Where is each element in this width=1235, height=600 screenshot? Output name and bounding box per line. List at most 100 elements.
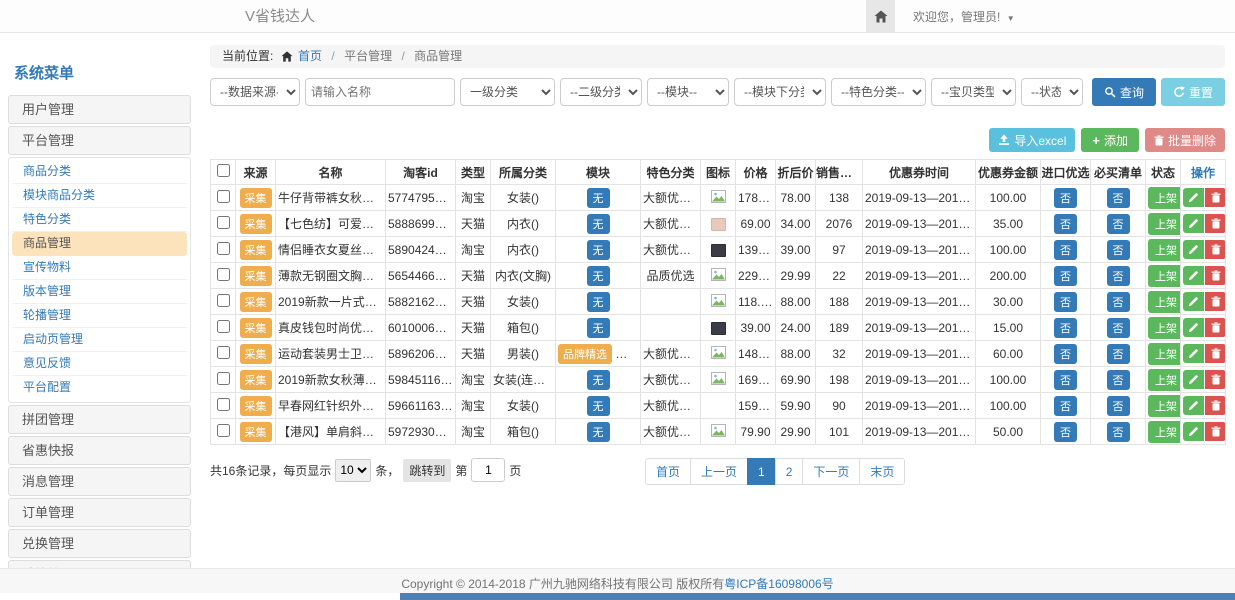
sidebar-item-轮播管理[interactable]: 轮播管理 [12, 304, 187, 328]
must-buy-badge[interactable]: 否 [1107, 422, 1130, 442]
filter-select-level1-category[interactable]: 一级分类 [460, 78, 555, 106]
edit-button[interactable] [1183, 370, 1204, 389]
add-button[interactable]: + 添加 [1081, 128, 1139, 152]
edit-button[interactable] [1183, 292, 1204, 311]
icp-link[interactable]: 粤ICP备16098006号 [724, 577, 833, 591]
import-select-badge[interactable]: 否 [1054, 318, 1077, 338]
import-select-badge[interactable]: 否 [1054, 344, 1077, 364]
filter-select-data-source[interactable]: --数据来源-- [210, 78, 300, 106]
edit-button[interactable] [1183, 318, 1204, 337]
row-checkbox[interactable] [217, 268, 230, 281]
status-button[interactable]: 上架 [1148, 213, 1181, 235]
must-buy-badge[interactable]: 否 [1107, 188, 1130, 208]
reset-button[interactable]: 重置 [1161, 78, 1225, 106]
delete-button[interactable] [1205, 422, 1226, 441]
sidebar-section-订单管理[interactable]: 订单管理 [8, 498, 191, 527]
sidebar-item-商品管理[interactable]: 商品管理 [12, 232, 187, 256]
sidebar-item-版本管理[interactable]: 版本管理 [12, 280, 187, 304]
page-last[interactable]: 末页 [859, 458, 905, 485]
import-select-badge[interactable]: 否 [1054, 240, 1077, 260]
row-checkbox[interactable] [217, 294, 230, 307]
must-buy-badge[interactable]: 否 [1107, 266, 1130, 286]
filter-input-product-name[interactable] [305, 78, 455, 106]
must-buy-badge[interactable]: 否 [1107, 292, 1130, 312]
status-button[interactable]: 上架 [1148, 239, 1181, 261]
edit-button[interactable] [1183, 266, 1204, 285]
status-button[interactable]: 上架 [1148, 317, 1181, 339]
status-button[interactable]: 上架 [1148, 421, 1181, 443]
filter-select-module[interactable]: --模块-- [647, 78, 729, 106]
per-page-select[interactable]: 10 [335, 459, 371, 482]
must-buy-badge[interactable]: 否 [1107, 214, 1130, 234]
import-select-badge[interactable]: 否 [1054, 370, 1077, 390]
must-buy-badge[interactable]: 否 [1107, 396, 1130, 416]
row-checkbox[interactable] [217, 372, 230, 385]
filter-select-item-type[interactable]: --宝贝类型-- [931, 78, 1016, 106]
must-buy-badge[interactable]: 否 [1107, 318, 1130, 338]
row-checkbox[interactable] [217, 242, 230, 255]
sidebar-section-拼团管理[interactable]: 拼团管理 [8, 405, 191, 434]
row-checkbox[interactable] [217, 346, 230, 359]
sidebar-item-商品分类[interactable]: 商品分类 [12, 160, 187, 184]
home-button[interactable] [866, 0, 895, 32]
delete-button[interactable] [1205, 214, 1226, 233]
edit-button[interactable] [1183, 396, 1204, 415]
page-prev[interactable]: 上一页 [690, 458, 748, 485]
delete-button[interactable] [1205, 344, 1226, 363]
status-button[interactable]: 上架 [1148, 265, 1181, 287]
search-button[interactable]: 查询 [1092, 78, 1156, 106]
status-button[interactable]: 上架 [1148, 291, 1181, 313]
must-buy-badge[interactable]: 否 [1107, 240, 1130, 260]
page-next[interactable]: 下一页 [802, 458, 860, 485]
filter-select-level2-category[interactable]: --二级分类-- [560, 78, 642, 106]
edit-button[interactable] [1183, 422, 1204, 441]
user-menu[interactable]: 欢迎您，管理员! ▼ [913, 8, 1015, 25]
import-select-badge[interactable]: 否 [1054, 396, 1077, 416]
sidebar-section-兑换管理[interactable]: 兑换管理 [8, 529, 191, 558]
import-select-badge[interactable]: 否 [1054, 214, 1077, 234]
sidebar-item-启动页管理[interactable]: 启动页管理 [12, 328, 187, 352]
page-1[interactable]: 1 [747, 458, 776, 485]
import-select-badge[interactable]: 否 [1054, 422, 1077, 442]
jump-button[interactable]: 跳转到 [403, 459, 451, 482]
bottom-scrollbar[interactable] [400, 593, 1235, 600]
delete-button[interactable] [1205, 188, 1226, 207]
sidebar-section-消息管理[interactable]: 消息管理 [8, 467, 191, 496]
import-excel-button[interactable]: 导入excel [989, 128, 1075, 152]
row-checkbox[interactable] [217, 424, 230, 437]
row-checkbox[interactable] [217, 398, 230, 411]
edit-button[interactable] [1183, 214, 1204, 233]
edit-button[interactable] [1183, 344, 1204, 363]
status-button[interactable]: 上架 [1148, 395, 1181, 417]
import-select-badge[interactable]: 否 [1054, 292, 1077, 312]
breadcrumb-home-link[interactable]: 首页 [298, 49, 322, 63]
delete-button[interactable] [1205, 370, 1226, 389]
delete-button[interactable] [1205, 318, 1226, 337]
page-first[interactable]: 首页 [645, 458, 691, 485]
delete-button[interactable] [1205, 292, 1226, 311]
row-checkbox[interactable] [217, 320, 230, 333]
page-2[interactable]: 2 [775, 458, 804, 485]
must-buy-badge[interactable]: 否 [1107, 344, 1130, 364]
filter-select-module-subcategory[interactable]: --模块下分类-- [734, 78, 826, 106]
must-buy-badge[interactable]: 否 [1107, 370, 1130, 390]
sidebar-item-平台配置[interactable]: 平台配置 [12, 376, 187, 400]
edit-button[interactable] [1183, 240, 1204, 259]
status-button[interactable]: 上架 [1148, 343, 1181, 365]
sidebar-section-用户管理[interactable]: 用户管理 [8, 95, 191, 124]
import-select-badge[interactable]: 否 [1054, 188, 1077, 208]
sidebar-item-模块商品分类[interactable]: 模块商品分类 [12, 184, 187, 208]
batch-delete-button[interactable]: 批量删除 [1145, 128, 1225, 152]
edit-button[interactable] [1183, 188, 1204, 207]
sidebar-section-平台管理[interactable]: 平台管理 [8, 126, 191, 155]
delete-button[interactable] [1205, 266, 1226, 285]
row-checkbox[interactable] [217, 190, 230, 203]
row-checkbox[interactable] [217, 216, 230, 229]
status-button[interactable]: 上架 [1148, 369, 1181, 391]
import-select-badge[interactable]: 否 [1054, 266, 1077, 286]
page-number-input[interactable] [471, 458, 505, 482]
filter-select-feature-category[interactable]: --特色分类-- [831, 78, 926, 106]
sidebar-item-意见反馈[interactable]: 意见反馈 [12, 352, 187, 376]
filter-select-status[interactable]: --状态-- [1021, 78, 1083, 106]
sidebar-section-省惠快报[interactable]: 省惠快报 [8, 436, 191, 465]
